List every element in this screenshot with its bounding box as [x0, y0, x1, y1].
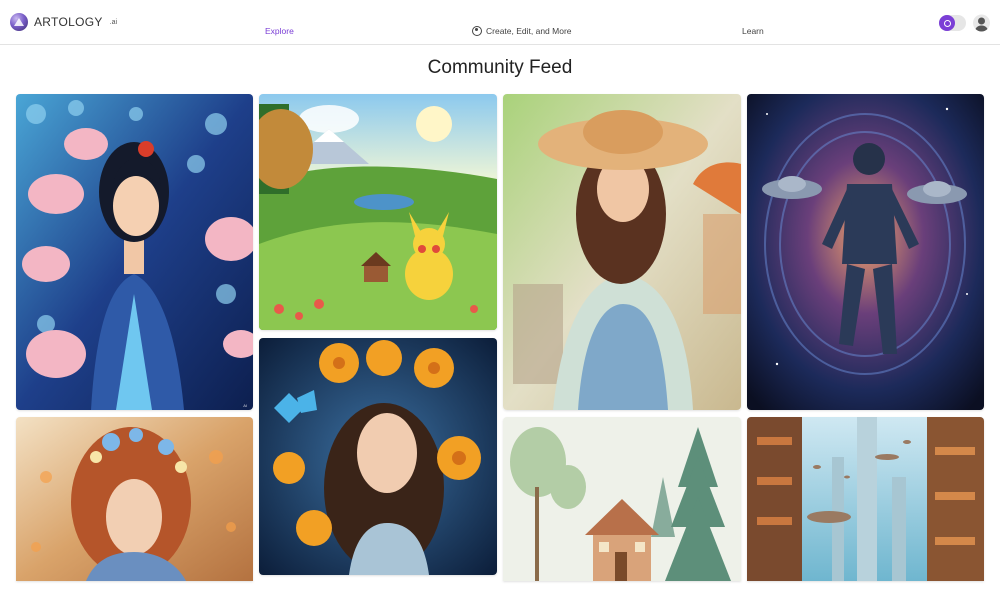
feed-image — [16, 94, 253, 410]
feed-card-watercolor-cottage[interactable] — [503, 417, 741, 581]
brand-name: ARTOLOGY — [34, 15, 103, 29]
feed-card-sunhat-woman[interactable] — [503, 94, 741, 410]
feed-image — [16, 417, 253, 581]
brand-suffix: .ai — [109, 18, 118, 26]
nav-create-link[interactable]: Create, Edit, and More — [472, 26, 572, 36]
nav-learn-link[interactable]: Learn — [742, 26, 764, 36]
sun-icon — [943, 19, 951, 27]
user-avatar-icon — [978, 17, 985, 25]
page-title: Community Feed — [427, 57, 573, 78]
feed-card-butterfly-woman[interactable] — [259, 338, 497, 575]
palette-icon — [472, 26, 482, 36]
theme-toggle-knob — [939, 15, 955, 31]
feed-image — [503, 94, 741, 410]
nav-create-label: Create, Edit, and More — [486, 26, 572, 36]
theme-toggle[interactable] — [939, 15, 966, 31]
artology-logo-icon — [10, 13, 28, 31]
artist-signature: AI — [243, 403, 247, 408]
feed-image — [747, 94, 984, 410]
feed-image — [503, 417, 741, 581]
feed-image — [747, 417, 984, 581]
user-avatar-button[interactable] — [973, 14, 990, 32]
feed-card-flower-hair-woman[interactable] — [16, 417, 253, 581]
feed-card-pikachu-valley[interactable] — [259, 94, 497, 330]
feed-card-astronaut-space[interactable] — [747, 94, 984, 410]
brand-logo[interactable]: ARTOLOGY .ai — [10, 13, 117, 31]
top-navigation-bar: ARTOLOGY .ai Explore Create, Edit, and Mo… — [0, 0, 1000, 45]
feed-image — [259, 338, 497, 575]
feed-card-lotus-woman[interactable]: AI — [16, 94, 253, 410]
feed-card-futuristic-city[interactable] — [747, 417, 984, 581]
nav-explore-link[interactable]: Explore — [265, 26, 294, 36]
feed-image — [259, 94, 497, 330]
